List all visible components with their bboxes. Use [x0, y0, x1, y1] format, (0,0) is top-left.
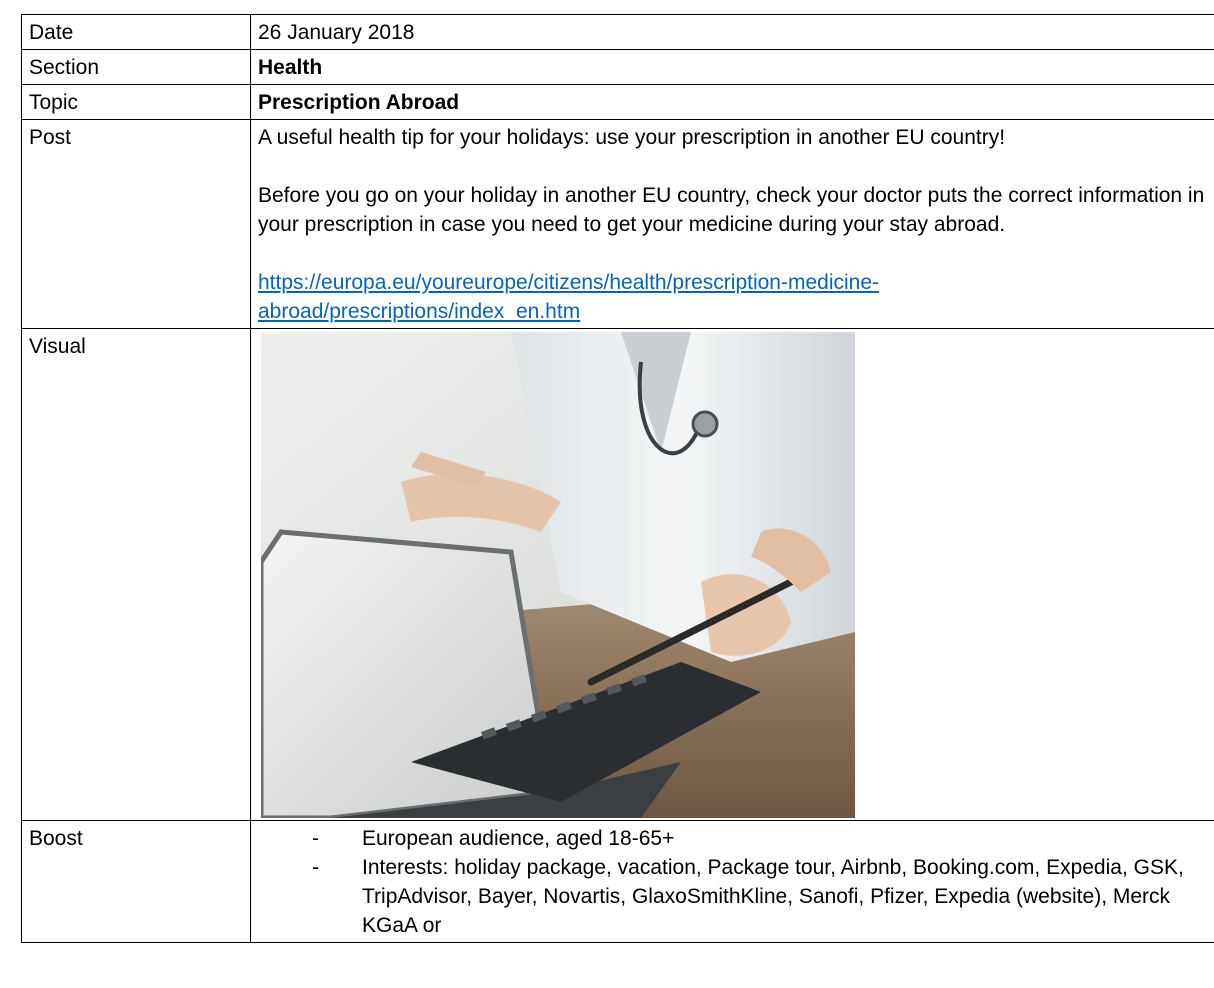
post-content: A useful health tip for your holidays: u… [250, 119, 1214, 329]
post-label: Post [21, 119, 251, 329]
post-paragraph-1: A useful health tip for your holidays: u… [258, 126, 1006, 149]
row-section: Section Health [21, 49, 1214, 85]
section-value: Health [250, 49, 1214, 85]
topic-label: Topic [21, 84, 251, 120]
topic-value: Prescription Abroad [250, 84, 1214, 120]
boost-list: - European audience, aged 18-65+ - Interes… [258, 824, 1210, 940]
date-value: 26 January 2018 [250, 14, 1214, 50]
post-paragraph-2: Before you go on your holiday in another… [258, 184, 1205, 236]
doctor-tablet-illustration [261, 332, 855, 818]
boost-item-2: Interests: holiday package, vacation, Pa… [362, 856, 1184, 937]
visual-content [250, 328, 1214, 821]
post-link-line-2[interactable]: abroad/prescriptions/index_en.htm [258, 300, 580, 323]
list-item: - European audience, aged 18-65+ [258, 824, 1210, 853]
row-boost: Boost - European audience, aged 18-65+ - I… [21, 820, 1214, 943]
row-topic: Topic Prescription Abroad [21, 84, 1214, 120]
section-label: Section [21, 49, 251, 85]
list-item: - Interests: holiday package, vacation, P… [258, 853, 1210, 940]
content-table: Date 26 January 2018 Section Health Topi… [21, 14, 1214, 943]
row-date: Date 26 January 2018 [21, 14, 1214, 50]
boost-item-1: European audience, aged 18-65+ [362, 827, 675, 850]
dash-bullet: - [312, 856, 319, 879]
boost-content: - European audience, aged 18-65+ - Interes… [250, 820, 1214, 943]
boost-label: Boost [21, 820, 251, 943]
visual-label: Visual [21, 328, 251, 821]
dash-bullet: - [312, 827, 319, 850]
date-label: Date [21, 14, 251, 50]
post-link-line-1[interactable]: https://europa.eu/youreurope/citizens/he… [258, 271, 879, 294]
row-post: Post A useful health tip for your holida… [21, 119, 1214, 329]
post-link[interactable]: https://europa.eu/youreurope/citizens/he… [258, 268, 1210, 326]
row-visual: Visual [21, 328, 1214, 821]
doctor-tablet-photo [261, 332, 855, 818]
